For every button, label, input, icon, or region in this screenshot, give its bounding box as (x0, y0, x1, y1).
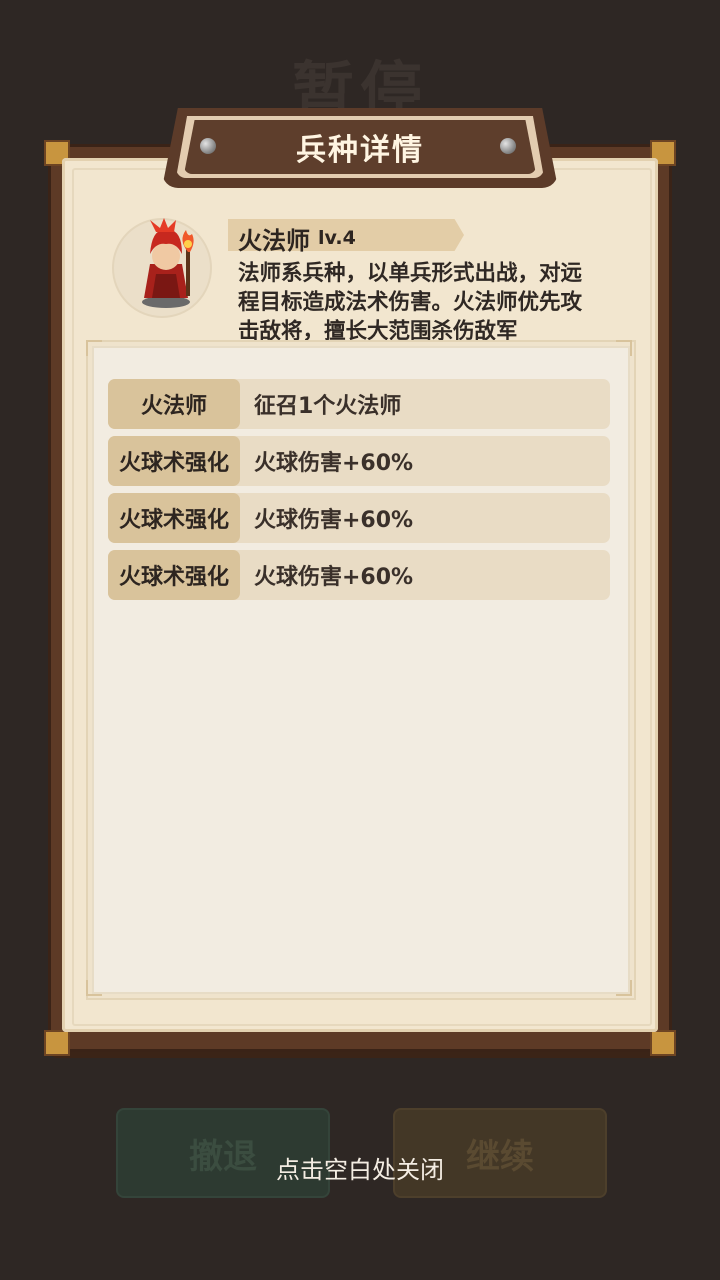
dialog-title: 兵种详情 (184, 120, 536, 174)
upgrade-name: 火球术强化 (108, 493, 240, 543)
frame-corner-decoration (86, 340, 102, 356)
upgrade-effect: 火球伤害+60% (254, 565, 414, 590)
frame-corner-decoration (616, 980, 632, 996)
panel-corner (650, 1030, 676, 1056)
upgrade-effect: 征召1个火法师 (254, 394, 402, 419)
upgrade-row: 火球术强化 火球伤害+60% (108, 436, 610, 486)
upgrade-name: 火球术强化 (108, 550, 240, 600)
frame-corner-decoration (86, 980, 102, 996)
upgrade-row: 火球术强化 火球伤害+60% (108, 550, 610, 600)
upgrade-row: 火法师 征召1个火法师 (108, 379, 610, 429)
tap-to-close-hint[interactable]: 点击空白处关闭 (0, 1150, 720, 1185)
upgrade-row: 火球术强化 火球伤害+60% (108, 493, 610, 543)
upgrade-name: 火法师 (108, 379, 240, 429)
rivet-icon (200, 138, 216, 154)
upgrade-effect: 火球伤害+60% (254, 508, 414, 533)
upgrade-effect: 火球伤害+60% (254, 451, 414, 476)
unit-description: 法师系兵种，以单兵形式出战，对远程目标造成法术伤害。火法师优先攻击敌将，擅长大范… (238, 261, 583, 343)
frame-corner-decoration (616, 340, 632, 356)
fire-mage-portrait-icon (130, 218, 210, 310)
panel-corner (44, 1030, 70, 1056)
unit-level: lv.4 (318, 227, 356, 249)
upgrade-name: 火球术强化 (108, 436, 240, 486)
unit-name: 火法师 (238, 227, 310, 255)
rivet-icon (500, 138, 516, 154)
